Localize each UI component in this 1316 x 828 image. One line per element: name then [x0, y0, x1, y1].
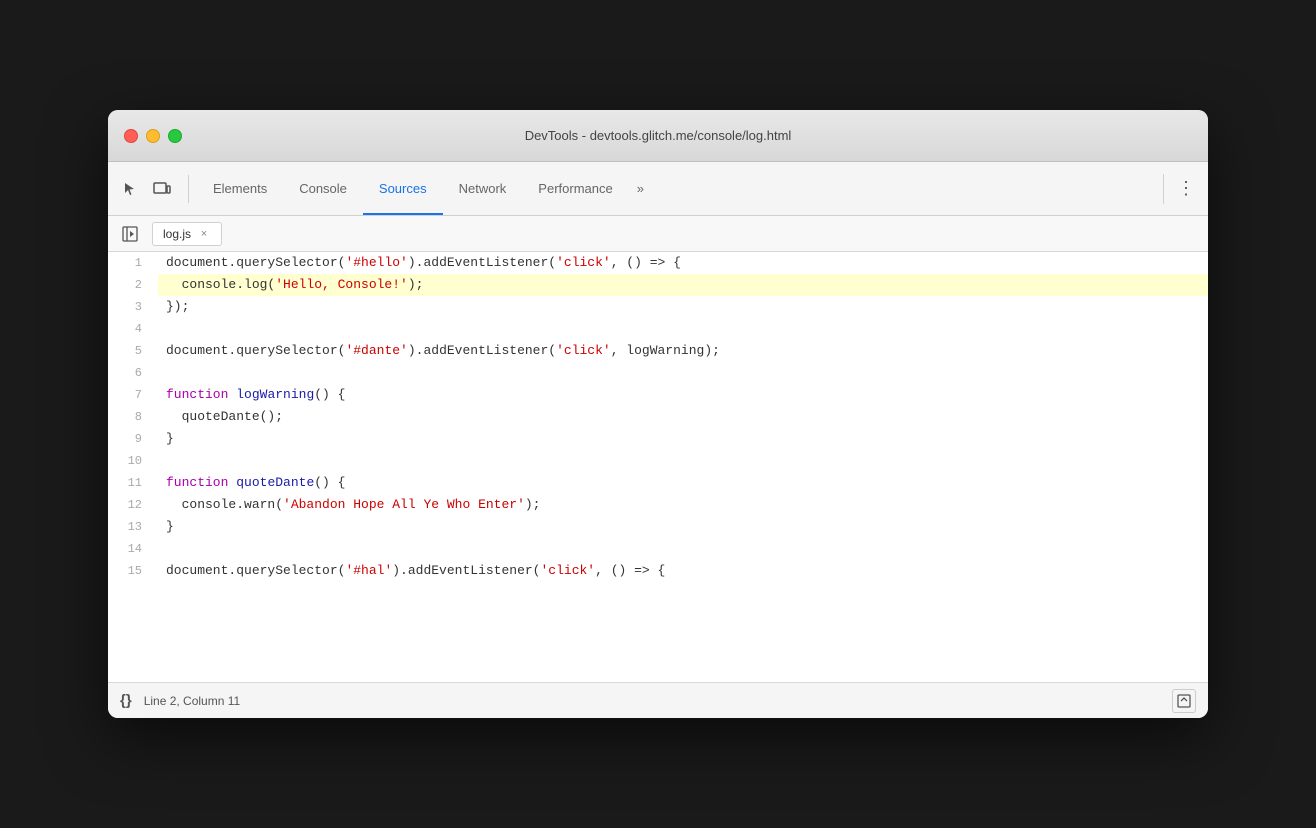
line-content-5: document.querySelector('#dante').addEven… — [158, 340, 1208, 362]
tab-performance[interactable]: Performance — [522, 162, 628, 215]
line-content-2: console.log('Hello, Console!'); — [158, 274, 1208, 296]
code-line-12: 12 console.warn('Abandon Hope All Ye Who… — [108, 494, 1208, 516]
file-tabs-bar: log.js × — [108, 216, 1208, 252]
tab-network[interactable]: Network — [443, 162, 523, 215]
line-number-1: 1 — [108, 252, 158, 274]
traffic-lights — [124, 129, 182, 143]
line-number-14: 14 — [108, 538, 158, 560]
line-number-11: 11 — [108, 472, 158, 494]
file-tab-logjs[interactable]: log.js × — [152, 222, 222, 246]
code-line-13: 13 } — [108, 516, 1208, 538]
code-line-3: 3 }); — [108, 296, 1208, 318]
toolbar-icons — [116, 175, 189, 203]
line-number-8: 8 — [108, 406, 158, 428]
line-number-6: 6 — [108, 362, 158, 384]
more-tabs-button[interactable]: » — [629, 162, 652, 215]
line-content-11: function quoteDante() { — [158, 472, 1208, 494]
maximize-button[interactable] — [168, 129, 182, 143]
line-content-10 — [158, 450, 1208, 472]
line-content-8: quoteDante(); — [158, 406, 1208, 428]
line-content-9: } — [158, 428, 1208, 450]
line-content-14 — [158, 538, 1208, 560]
code-line-7: 7 function logWarning() { — [108, 384, 1208, 406]
status-bar: {} Line 2, Column 11 — [108, 682, 1208, 718]
expand-console-button[interactable] — [1172, 689, 1196, 713]
line-content-13: } — [158, 516, 1208, 538]
line-number-9: 9 — [108, 428, 158, 450]
device-toggle-icon[interactable] — [148, 175, 176, 203]
file-tab-name: log.js — [163, 227, 191, 241]
pretty-print-button[interactable]: {} — [120, 692, 132, 709]
minimize-button[interactable] — [146, 129, 160, 143]
line-number-13: 13 — [108, 516, 158, 538]
code-line-8: 8 quoteDante(); — [108, 406, 1208, 428]
line-number-4: 4 — [108, 318, 158, 340]
line-content-15: document.querySelector('#hal').addEventL… — [158, 560, 1208, 582]
cursor-position: Line 2, Column 11 — [144, 694, 1164, 708]
window-title: DevTools - devtools.glitch.me/console/lo… — [525, 128, 792, 143]
line-number-5: 5 — [108, 340, 158, 362]
code-line-15: 15 document.querySelector('#hal').addEve… — [108, 560, 1208, 582]
separator — [1163, 174, 1164, 204]
line-number-10: 10 — [108, 450, 158, 472]
line-number-7: 7 — [108, 384, 158, 406]
line-content-7: function logWarning() { — [158, 384, 1208, 406]
line-content-4 — [158, 318, 1208, 340]
code-line-2: 2 console.log('Hello, Console!'); — [108, 274, 1208, 296]
toolbar-right: ⋮ — [1172, 175, 1200, 203]
line-content-1: document.querySelector('#hello').addEven… — [158, 252, 1208, 274]
line-content-3: }); — [158, 296, 1208, 318]
code-line-5: 5 document.querySelector('#dante').addEv… — [108, 340, 1208, 362]
cursor-icon[interactable] — [116, 175, 144, 203]
code-editor[interactable]: 1 document.querySelector('#hello').addEv… — [108, 252, 1208, 682]
line-number-15: 15 — [108, 560, 158, 582]
code-line-6: 6 — [108, 362, 1208, 384]
line-number-3: 3 — [108, 296, 158, 318]
titlebar: DevTools - devtools.glitch.me/console/lo… — [108, 110, 1208, 162]
sidebar-toggle-button[interactable] — [116, 220, 144, 248]
code-line-14: 14 — [108, 538, 1208, 560]
line-content-6 — [158, 362, 1208, 384]
code-line-11: 11 function quoteDante() { — [108, 472, 1208, 494]
devtools-menu-button[interactable]: ⋮ — [1172, 175, 1200, 203]
tabs: Elements Console Sources Network Perform… — [197, 162, 1155, 215]
file-tab-close-button[interactable]: × — [197, 227, 211, 241]
devtools-window: DevTools - devtools.glitch.me/console/lo… — [108, 110, 1208, 718]
code-line-4: 4 — [108, 318, 1208, 340]
toolbar: Elements Console Sources Network Perform… — [108, 162, 1208, 216]
line-content-12: console.warn('Abandon Hope All Ye Who En… — [158, 494, 1208, 516]
tab-sources[interactable]: Sources — [363, 162, 443, 215]
code-line-1: 1 document.querySelector('#hello').addEv… — [108, 252, 1208, 274]
close-button[interactable] — [124, 129, 138, 143]
tab-elements[interactable]: Elements — [197, 162, 283, 215]
code-line-9: 9 } — [108, 428, 1208, 450]
line-number-2: 2 — [108, 274, 158, 296]
line-number-12: 12 — [108, 494, 158, 516]
tab-console[interactable]: Console — [283, 162, 363, 215]
code-line-10: 10 — [108, 450, 1208, 472]
